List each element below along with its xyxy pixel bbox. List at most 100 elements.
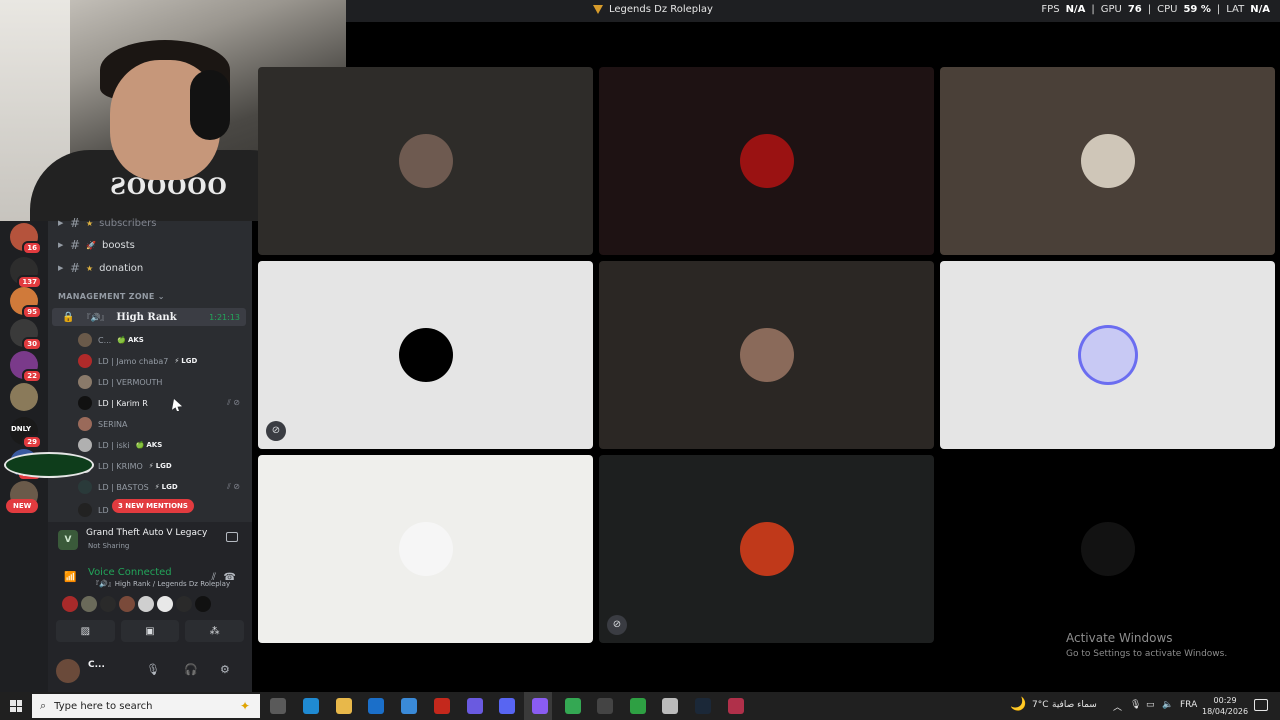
voice-member[interactable]: LD | KRIMO ⚡ LGD [78,457,246,475]
server-icon[interactable]: 95 [10,287,42,319]
voice-member[interactable]: SERINA [78,415,246,433]
activities-button[interactable]: ⁂ [185,620,245,642]
video-tile[interactable] [258,67,593,255]
windows-start-icon[interactable] [10,700,22,712]
legends-icon[interactable] [728,698,744,714]
server-icon[interactable]: 30 [10,319,42,351]
new-mentions-pill[interactable]: 3 NEW MENTIONS [112,499,194,513]
obs-icon[interactable] [597,698,613,714]
call-timer: 1:21:13 [209,312,240,322]
stream-off-icon: ⊘ [266,421,286,441]
store-icon[interactable] [401,698,417,714]
hash-icon: # [70,238,81,252]
xbox-icon[interactable] [630,698,646,714]
video-tile[interactable] [258,455,593,643]
video-tile[interactable] [940,67,1275,255]
user-panel: C... 🎙 🎧 ⚙ [48,651,252,692]
server-icon[interactable]: 16 [10,223,42,255]
voice-member[interactable]: LD | iski 🍏 AKS [78,436,246,454]
volume-icon[interactable]: 🔈 [1162,700,1173,710]
avatar[interactable] [62,596,78,612]
rockstar-icon[interactable] [434,698,450,714]
expand-arrow-icon: ▶ [58,219,64,227]
mention-badge: 22 [22,369,42,383]
voice-member[interactable]: LD | BASTOS ⚡ LGD ⫽ ⊘ [78,478,246,496]
task-view-icon[interactable] [270,698,286,714]
channel-donation[interactable]: ▶ # ★ donation [58,258,143,278]
camera-off-button[interactable]: ▨ [56,620,115,642]
avatar[interactable] [138,596,154,612]
voice-member[interactable]: LD | Jamo chaba7 ⚡ LGD [78,352,246,370]
avatar[interactable] [100,596,116,612]
video-tile[interactable] [599,67,934,255]
gear-icon[interactable]: ⚙ [220,663,230,676]
screen-share-icon[interactable] [226,532,238,542]
network-icon[interactable]: ▭ [1146,700,1155,710]
avatar[interactable] [119,596,135,612]
language-indicator[interactable]: FRA [1180,700,1197,710]
video-tile[interactable]: ⊘ [599,455,934,643]
category-management-zone[interactable]: MANAGEMENT ZONE ⌄ [58,292,165,301]
clan-tag-icon: ⚡ [154,483,160,491]
share-screen-button[interactable]: ▣ [120,620,180,642]
steam-icon[interactable] [695,698,711,714]
avatar[interactable] [56,659,80,683]
new-pill[interactable]: NEW [6,499,39,513]
server-emblem [4,452,94,478]
discord-active-icon[interactable] [532,698,548,714]
video-tile[interactable]: ⊘ [258,261,593,449]
window-titlebar: Legends Dz Roleplay FPS N/A | GPU 76 | C… [346,0,1280,22]
hash-icon: # [70,216,81,230]
outlook-icon[interactable] [368,698,384,714]
chrome-icon[interactable] [565,698,581,714]
video-tile[interactable] [940,455,1275,643]
server-icon[interactable] [10,383,38,411]
edge-icon[interactable] [303,698,319,714]
avatar[interactable] [81,596,97,612]
member-name: LD [98,505,109,515]
noise-suppression-icon[interactable]: ⫽ [212,572,216,583]
gpu-label: GPU [1100,4,1122,15]
microphone-tray-icon[interactable]: 🎙 [1130,700,1141,710]
fps-label: FPS [1041,4,1060,15]
app-icon[interactable] [662,698,678,714]
server-icon[interactable]: 137 [10,257,42,289]
channel-subscribers[interactable]: ▶ # ★ subscribers [58,213,157,233]
disconnect-icon[interactable]: ☎ [224,572,236,583]
taskbar-search[interactable]: ⌕ Type here to search ✦ [32,694,260,718]
microphone-icon[interactable]: 🎙 [146,663,160,676]
avatar [78,438,92,452]
avatar [78,375,92,389]
avatar [739,328,794,382]
member-name: LD | Karim R [98,398,148,408]
notification-icon[interactable] [1254,699,1268,711]
video-tile[interactable] [599,261,934,449]
avatar[interactable] [195,596,211,612]
chevron-up-icon[interactable]: ︿ [1113,700,1122,713]
headphones-icon[interactable]: 🎧 [184,663,198,676]
discord-icon[interactable] [499,698,515,714]
video-tile[interactable] [940,261,1275,449]
avatar[interactable] [157,596,173,612]
voice-channel-high-rank[interactable]: 🔒 『🔊』 High Rank 1:21:13 [52,308,246,326]
voice-member[interactable]: LD | Karim R ⫽ ⊘ [78,394,246,412]
file-explorer-icon[interactable] [336,698,352,714]
expand-arrow-icon: ▶ [58,241,64,249]
username: C... [88,660,105,670]
voice-member[interactable]: LD | VERMOUTH [78,373,246,391]
avatar [739,522,794,576]
member-name: LD | iski [98,440,130,450]
avatar [398,522,453,576]
server-icon[interactable]: 22 [10,351,42,383]
fps-value: N/A [1065,4,1086,15]
media-player-icon[interactable] [467,698,483,714]
server-icon[interactable]: DNLY 29 [10,417,42,449]
channel-boosts[interactable]: ▶ # 🚀 boosts [58,235,135,255]
taskbar-clock[interactable]: 00:29 18/04/2026 [1202,695,1248,717]
member-name: LD | Jamo chaba7 [98,356,169,366]
avatar[interactable] [176,596,192,612]
clan-tag: LGD [161,483,178,491]
muted-icons: ⫽ ⊘ [227,398,240,407]
clan-tag: AKS [127,336,144,344]
voice-member[interactable]: C... 🍏 AKS [78,331,246,349]
